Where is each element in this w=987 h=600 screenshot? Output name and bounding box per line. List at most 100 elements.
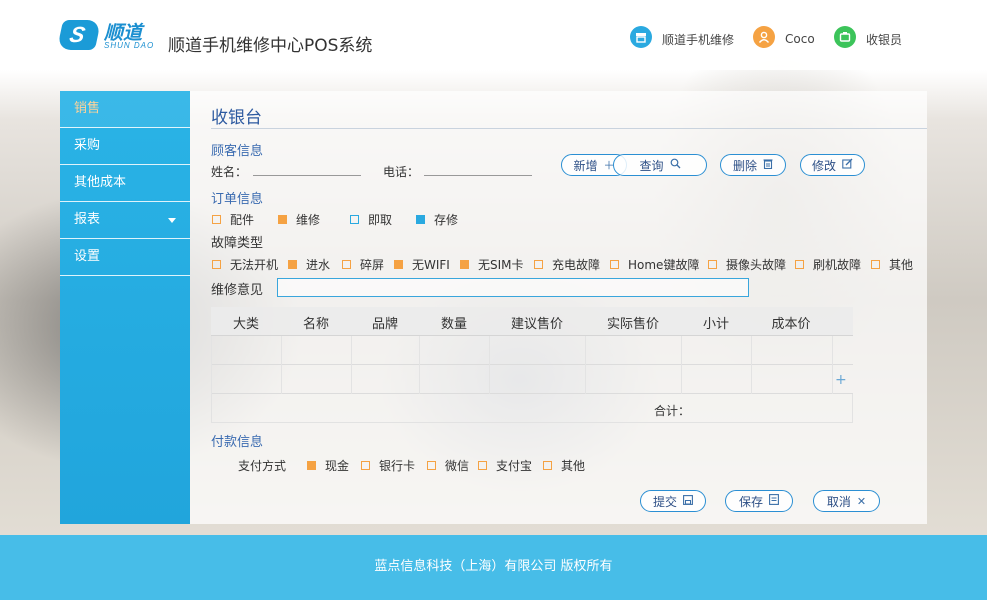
delete-button[interactable]: 删除	[720, 154, 786, 176]
order-option-repair[interactable]: 维修	[278, 211, 320, 228]
sidebar-item-sales[interactable]: 销售	[60, 91, 190, 128]
column-divider	[211, 336, 212, 394]
advice-label: 维修意见	[211, 283, 264, 298]
fault-option[interactable]: 无WIFI	[394, 256, 450, 273]
phone-label: 电话：	[383, 165, 420, 179]
fault-option[interactable]: 刷机故障	[795, 256, 861, 273]
checkbox	[610, 260, 619, 269]
checkbox	[361, 461, 370, 470]
order-option-store[interactable]: 存修	[416, 211, 458, 228]
payment-option-label: 微信	[445, 459, 470, 473]
fault-option-label: 刷机故障	[813, 258, 862, 272]
checkbox	[534, 260, 543, 269]
edit-button[interactable]: 修改	[800, 154, 865, 176]
checkbox	[212, 215, 221, 224]
search-button[interactable]: 查询	[613, 154, 707, 176]
add-row-icon[interactable]: +	[835, 372, 847, 388]
submit-button[interactable]: 提交	[640, 490, 706, 512]
document-icon	[769, 494, 779, 508]
fault-option-label: Home键故障	[628, 258, 700, 272]
order-option-label: 配件	[230, 213, 255, 227]
save-disk-icon	[683, 494, 693, 508]
trash-icon	[763, 158, 773, 172]
cancel-button-label: 取消	[826, 494, 851, 509]
fault-option[interactable]: 无SIM卡	[460, 256, 524, 273]
name-field[interactable]	[253, 162, 361, 176]
fault-option-label: 无SIM卡	[478, 258, 524, 272]
column-header: 小计	[702, 317, 729, 332]
title-divider	[211, 128, 927, 129]
close-icon: ✕	[856, 494, 867, 508]
table-row[interactable]	[211, 336, 853, 365]
fault-option[interactable]: 摄像头故障	[708, 256, 786, 273]
checkbox	[478, 461, 487, 470]
payment-option-cash[interactable]: 现金	[307, 457, 349, 474]
fault-section-title: 故障类型	[211, 236, 264, 251]
order-option-parts[interactable]: 配件	[212, 211, 254, 228]
sidebar-item-purchase[interactable]: 采购	[60, 128, 190, 165]
sidebar-item-reports[interactable]: 报表	[60, 202, 190, 239]
checkbox	[307, 461, 316, 470]
logo: 顺道 SHUN DAO	[56, 18, 156, 52]
column-divider	[751, 336, 752, 394]
column-header: 大类	[232, 317, 259, 332]
column-divider	[489, 336, 490, 394]
shop-link[interactable]: 顺道手机维修	[630, 24, 734, 50]
fault-option[interactable]: Home键故障	[610, 256, 699, 273]
column-header: 品牌	[371, 317, 398, 332]
sidebar-item-label: 采购	[74, 138, 101, 153]
phone-field[interactable]	[424, 162, 532, 176]
column-divider	[351, 336, 352, 394]
save-button[interactable]: 保存	[725, 490, 793, 512]
fault-option[interactable]: 其他	[871, 256, 913, 273]
edit-icon	[842, 158, 853, 172]
order-option-label: 即取	[368, 213, 393, 227]
checkbox	[342, 260, 351, 269]
fault-option[interactable]: 碎屏	[342, 256, 384, 273]
fault-option[interactable]: 进水	[288, 256, 330, 273]
column-header: 成本价	[771, 317, 811, 332]
sidebar-item-other-cost[interactable]: 其他成本	[60, 165, 190, 202]
fault-option[interactable]: 无法开机	[212, 256, 278, 273]
cancel-button[interactable]: 取消 ✕	[813, 490, 880, 512]
checkbox	[460, 260, 469, 269]
logo-mark-icon	[56, 20, 102, 50]
fault-option-label: 碎屏	[360, 258, 385, 272]
payment-option-other[interactable]: 其他	[543, 457, 585, 474]
column-divider	[281, 336, 282, 394]
table-row[interactable]	[211, 365, 853, 394]
footer: 蓝点信息科技（上海）有限公司 版权所有	[0, 535, 987, 600]
role-link[interactable]: 收银员	[834, 24, 902, 50]
checkbox	[708, 260, 717, 269]
checkbox	[416, 215, 425, 224]
column-divider	[681, 336, 682, 394]
fault-option-label: 其他	[889, 258, 914, 272]
sidebar-item-settings[interactable]: 设置	[60, 239, 190, 276]
checkbox	[350, 215, 359, 224]
advice-input[interactable]	[277, 278, 749, 297]
fault-option[interactable]: 充电故障	[534, 256, 600, 273]
submit-button-label: 提交	[652, 494, 677, 509]
sidebar-item-label: 销售	[74, 101, 101, 116]
name-label: 姓名：	[211, 165, 248, 179]
order-option-pickup[interactable]: 即取	[350, 211, 392, 228]
user-label: Coco	[785, 32, 815, 46]
payment-option-wechat[interactable]: 微信	[427, 457, 469, 474]
payment-option-alipay[interactable]: 支付宝	[478, 457, 532, 474]
search-icon	[670, 158, 681, 172]
logo-en-text: SHUN DAO	[104, 41, 155, 50]
fault-option-label: 进水	[306, 258, 331, 272]
checkbox	[543, 461, 552, 470]
checkbox	[212, 260, 221, 269]
save-button-label: 保存	[738, 494, 763, 509]
user-menu[interactable]: Coco	[753, 24, 815, 50]
payment-section-title: 付款信息	[211, 435, 264, 450]
copyright-text: 蓝点信息科技（上海）有限公司 版权所有	[374, 559, 613, 574]
main-panel: 收银台 顾客信息 姓名： 电话： 新增 ＋ 查询 删除 修改 订单信息 配件 维…	[190, 91, 927, 524]
payment-option-card[interactable]: 银行卡	[361, 457, 415, 474]
total-label: 合计：	[654, 404, 691, 418]
column-divider	[585, 336, 586, 394]
edit-button-label: 修改	[811, 158, 836, 173]
fault-option-label: 无法开机	[230, 258, 279, 272]
column-header: 数量	[440, 317, 467, 332]
